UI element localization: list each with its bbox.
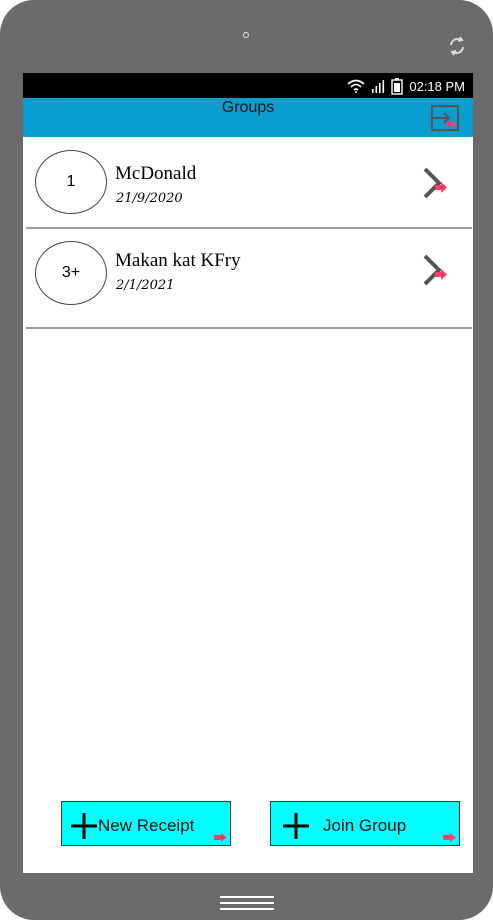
signal-icon bbox=[372, 80, 385, 93]
group-count-badge: 3+ bbox=[35, 241, 107, 305]
new-receipt-button[interactable]: New Receipt bbox=[61, 801, 231, 846]
front-camera-dot bbox=[243, 32, 249, 38]
battery-icon bbox=[391, 77, 404, 95]
chevron-right-icon[interactable] bbox=[421, 166, 449, 200]
group-date: 2/1/2021 bbox=[116, 278, 175, 293]
chevron-right-icon[interactable] bbox=[421, 253, 449, 287]
status-time: 02:18 PM bbox=[409, 78, 465, 94]
page-title: Groups bbox=[221, 99, 275, 116]
group-row[interactable]: 1 McDonald 21/9/2020 bbox=[26, 137, 472, 227]
group-name: Makan kat KFry bbox=[115, 250, 241, 271]
app-screen: 02:18 PM Groups 1 McDonald 21/9/2020 3+ … bbox=[23, 73, 473, 873]
event-marker-icon bbox=[443, 833, 456, 842]
status-icons: 02:18 PM bbox=[347, 77, 465, 95]
status-bar: 02:18 PM bbox=[23, 73, 473, 98]
group-name: McDonald bbox=[115, 163, 197, 184]
app-bar: Groups bbox=[23, 98, 473, 137]
rotate-icon[interactable] bbox=[446, 35, 468, 57]
join-group-label: Join Group bbox=[323, 816, 407, 835]
plus-icon bbox=[283, 813, 309, 839]
group-date: 21/9/2020 bbox=[116, 191, 183, 206]
wifi-icon bbox=[347, 79, 365, 93]
menu-lines-icon[interactable] bbox=[220, 894, 274, 912]
logout-icon[interactable] bbox=[429, 103, 461, 133]
row-divider bbox=[26, 327, 472, 329]
plus-icon bbox=[71, 813, 97, 839]
group-row[interactable]: 3+ Makan kat KFry 2/1/2021 bbox=[26, 228, 472, 318]
join-group-button[interactable]: Join Group bbox=[270, 801, 460, 846]
event-marker-icon bbox=[214, 833, 227, 842]
new-receipt-label: New Receipt bbox=[98, 816, 195, 835]
group-count-badge: 1 bbox=[35, 150, 107, 214]
device-frame: 02:18 PM Groups 1 McDonald 21/9/2020 3+ … bbox=[0, 0, 493, 920]
